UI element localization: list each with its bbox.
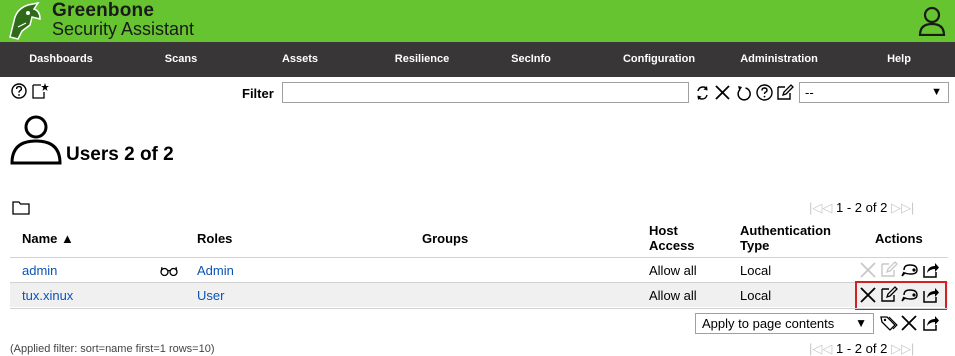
filter-label: Filter — [242, 86, 274, 101]
filter-select-value: -- — [805, 85, 814, 100]
dropdown-arrow-icon: ▼ — [931, 86, 942, 98]
actions-highlight-box — [855, 281, 947, 310]
clone-icon[interactable] — [901, 263, 920, 278]
pager-bottom-text: 1 - 2 of 2 — [836, 341, 888, 356]
users-section-icon — [10, 115, 62, 165]
export-icon[interactable] — [922, 261, 940, 278]
menu-secinfo[interactable]: SecInfo — [486, 42, 576, 77]
app-header: Greenbone Security Assistant — [0, 0, 955, 42]
column-header-actions: Actions — [875, 231, 923, 246]
dropdown-arrow-icon: ▼ — [855, 316, 867, 330]
column-header-roles[interactable]: Roles — [197, 231, 232, 246]
edit-filter-icon[interactable] — [776, 84, 794, 101]
last-page-icon[interactable]: ▷| — [901, 341, 914, 356]
user-menu-icon[interactable] — [918, 6, 946, 36]
edit-icon-disabled — [881, 261, 898, 277]
refresh-filter-icon[interactable] — [695, 85, 710, 101]
glasses-icon — [160, 266, 178, 276]
help-icon[interactable] — [11, 83, 27, 99]
auth-header-line1: Authentication — [740, 223, 831, 238]
pager-top: |◁◁ 1 - 2 of 2 ▷▷| — [809, 200, 914, 216]
row-tux-roles[interactable]: User — [197, 288, 224, 303]
row-admin-host-access: Allow all — [649, 263, 697, 278]
column-header-auth-type[interactable]: Authentication Type — [740, 223, 831, 253]
menu-assets[interactable]: Assets — [255, 42, 345, 77]
last-page-icon[interactable]: ▷| — [901, 200, 914, 215]
menu-resilience[interactable]: Resilience — [377, 42, 467, 77]
page-title: Users 2 of 2 — [66, 144, 174, 165]
delete-icon-disabled — [860, 262, 876, 278]
header-divider — [10, 257, 948, 258]
bulk-apply-select[interactable]: Apply to page contents ▼ — [695, 313, 874, 334]
menu-scans[interactable]: Scans — [136, 42, 226, 77]
row-admin-auth-type: Local — [740, 263, 772, 278]
folder-icon[interactable] — [12, 200, 30, 215]
filter-help-icon[interactable] — [756, 84, 773, 101]
next-page-icon[interactable]: ▷ — [891, 341, 901, 356]
column-header-name[interactable]: Name ▲ — [22, 231, 74, 246]
row-admin-name[interactable]: admin — [22, 263, 57, 278]
main-menu: Dashboards Scans Assets Resilience SecIn… — [0, 42, 955, 77]
row-tux-auth-type: Local — [740, 288, 772, 303]
auth-header-line2: Type — [740, 238, 770, 253]
pager-bottom: |◁◁ 1 - 2 of 2 ▷▷| — [809, 341, 914, 356]
bulk-delete-icon[interactable] — [901, 315, 917, 331]
column-header-host-access[interactable]: Host Access — [649, 223, 695, 253]
column-header-groups[interactable]: Groups — [422, 231, 468, 246]
menu-configuration[interactable]: Configuration — [609, 42, 709, 77]
previous-page-icon[interactable]: ◁ — [822, 200, 832, 215]
pager-top-text: 1 - 2 of 2 — [836, 200, 888, 215]
row-divider — [10, 308, 948, 309]
filter-select[interactable]: -- ▼ — [799, 82, 949, 103]
table-row-highlighted — [10, 283, 948, 307]
clear-filter-icon[interactable] — [714, 84, 731, 101]
next-page-icon[interactable]: ▷ — [891, 200, 901, 215]
bulk-export-icon[interactable] — [922, 314, 940, 331]
bulk-apply-select-value: Apply to page contents — [702, 316, 835, 331]
host-header-line1: Host — [649, 223, 678, 238]
tag-icon[interactable] — [880, 315, 898, 331]
row-tux-host-access: Allow all — [649, 288, 697, 303]
row-admin-roles[interactable]: Admin — [197, 263, 234, 278]
host-header-line2: Access — [649, 238, 695, 253]
brand-subtitle: Security Assistant — [52, 19, 195, 39]
filter-input[interactable] — [282, 82, 689, 103]
menu-administration[interactable]: Administration — [726, 42, 832, 77]
menu-dashboards[interactable]: Dashboards — [12, 42, 110, 77]
greenbone-logo-icon[interactable] — [4, 1, 44, 41]
reset-filter-icon[interactable] — [736, 85, 751, 101]
previous-page-icon[interactable]: ◁ — [822, 341, 832, 356]
row-tux-name[interactable]: tux.xinux — [22, 288, 73, 303]
first-page-icon[interactable]: |◁ — [809, 200, 822, 215]
menu-help[interactable]: Help — [868, 42, 930, 77]
applied-filter-text: (Applied filter: sort=name first=1 rows=… — [10, 343, 215, 355]
new-user-icon[interactable] — [31, 82, 49, 100]
first-page-icon[interactable]: |◁ — [809, 341, 822, 356]
